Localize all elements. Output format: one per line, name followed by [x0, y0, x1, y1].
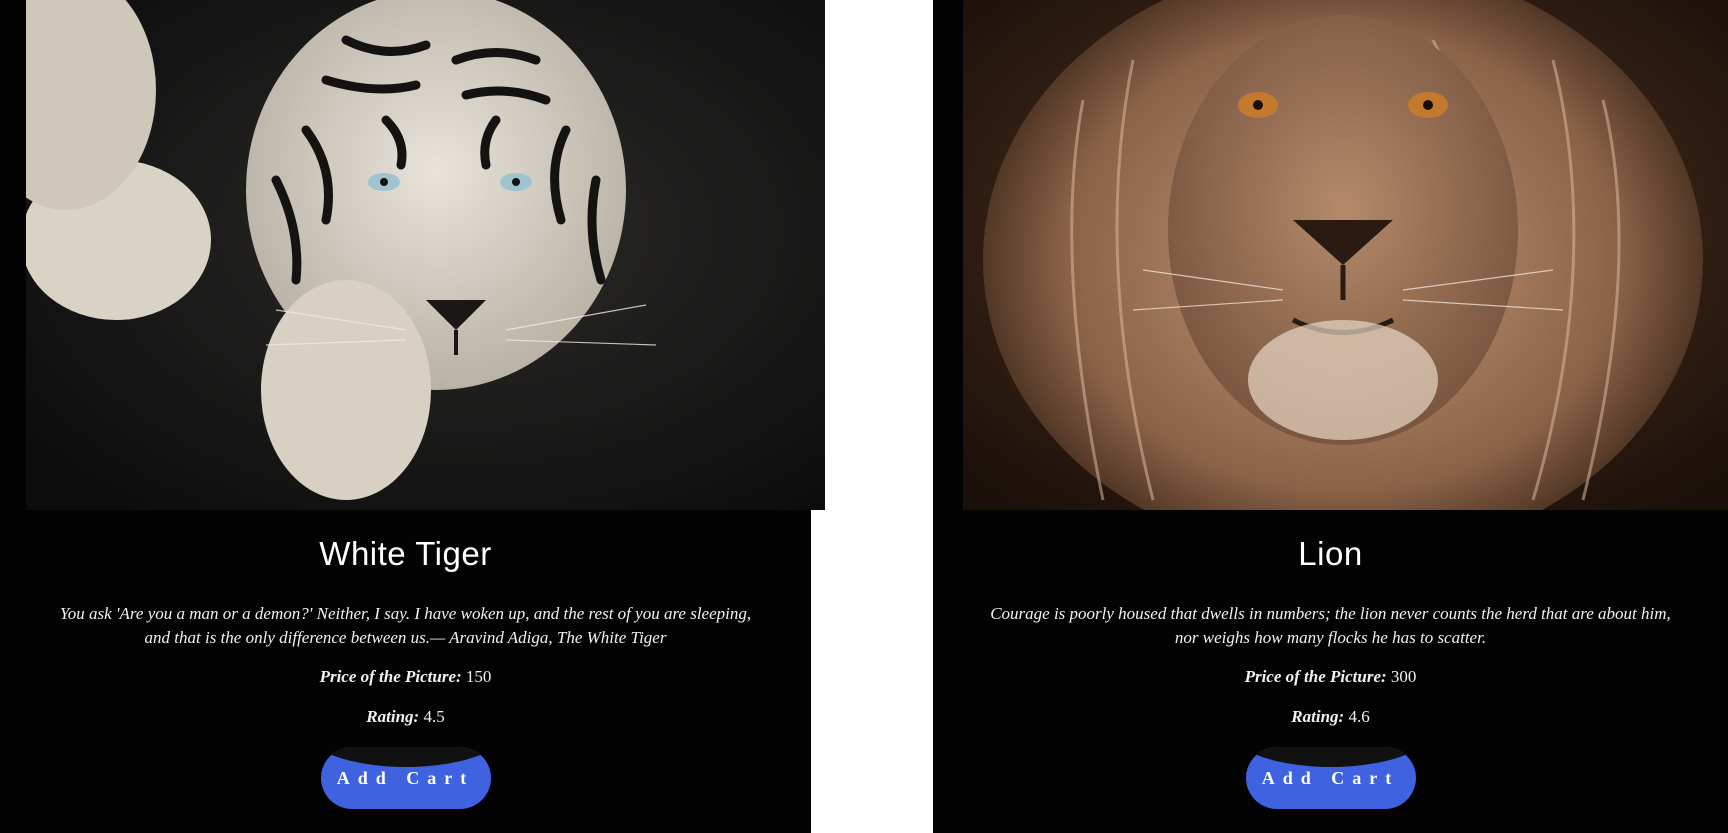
price-line: Price of the Picture: 300 [933, 666, 1728, 688]
product-card-lion: Lion Courage is poorly housed that dwell… [933, 0, 1728, 833]
white-tiger-illustration [26, 0, 825, 510]
lion-illustration [963, 0, 1728, 510]
lion-image [963, 0, 1728, 510]
rating-value: 4.6 [1348, 706, 1370, 726]
rating-label: Rating: [366, 706, 420, 726]
price-label: Price of the Picture: [1244, 666, 1387, 686]
price-label: Price of the Picture: [319, 666, 462, 686]
add-cart-label: Add Cart [336, 768, 475, 789]
price-value: 300 [1390, 666, 1417, 686]
rating-value: 4.5 [423, 706, 445, 726]
card-info: Lion Courage is poorly housed that dwell… [933, 510, 1728, 809]
white-tiger-image [26, 0, 825, 510]
rating-line: Rating: 4.6 [933, 706, 1728, 728]
product-card-white-tiger: White Tiger You ask 'Are you a man or a … [0, 0, 825, 833]
button-wave-decoration [320, 746, 491, 767]
add-cart-label: Add Cart [1261, 768, 1400, 789]
button-wave-decoration [1245, 746, 1416, 767]
card-quote: Courage is poorly housed that dwells in … [990, 603, 1671, 647]
card-title: Lion [1298, 535, 1363, 572]
price-value: 150 [465, 666, 492, 686]
add-cart-button[interactable]: Add Cart [320, 746, 491, 809]
rating-label: Rating: [1291, 706, 1345, 726]
add-cart-button[interactable]: Add Cart [1245, 746, 1416, 809]
rating-line: Rating: 4.5 [0, 706, 811, 728]
card-quote: You ask 'Are you a man or a demon?' Neit… [59, 603, 752, 647]
card-title: White Tiger [319, 535, 492, 572]
card-info: White Tiger You ask 'Are you a man or a … [0, 510, 811, 809]
price-line: Price of the Picture: 150 [0, 666, 811, 688]
